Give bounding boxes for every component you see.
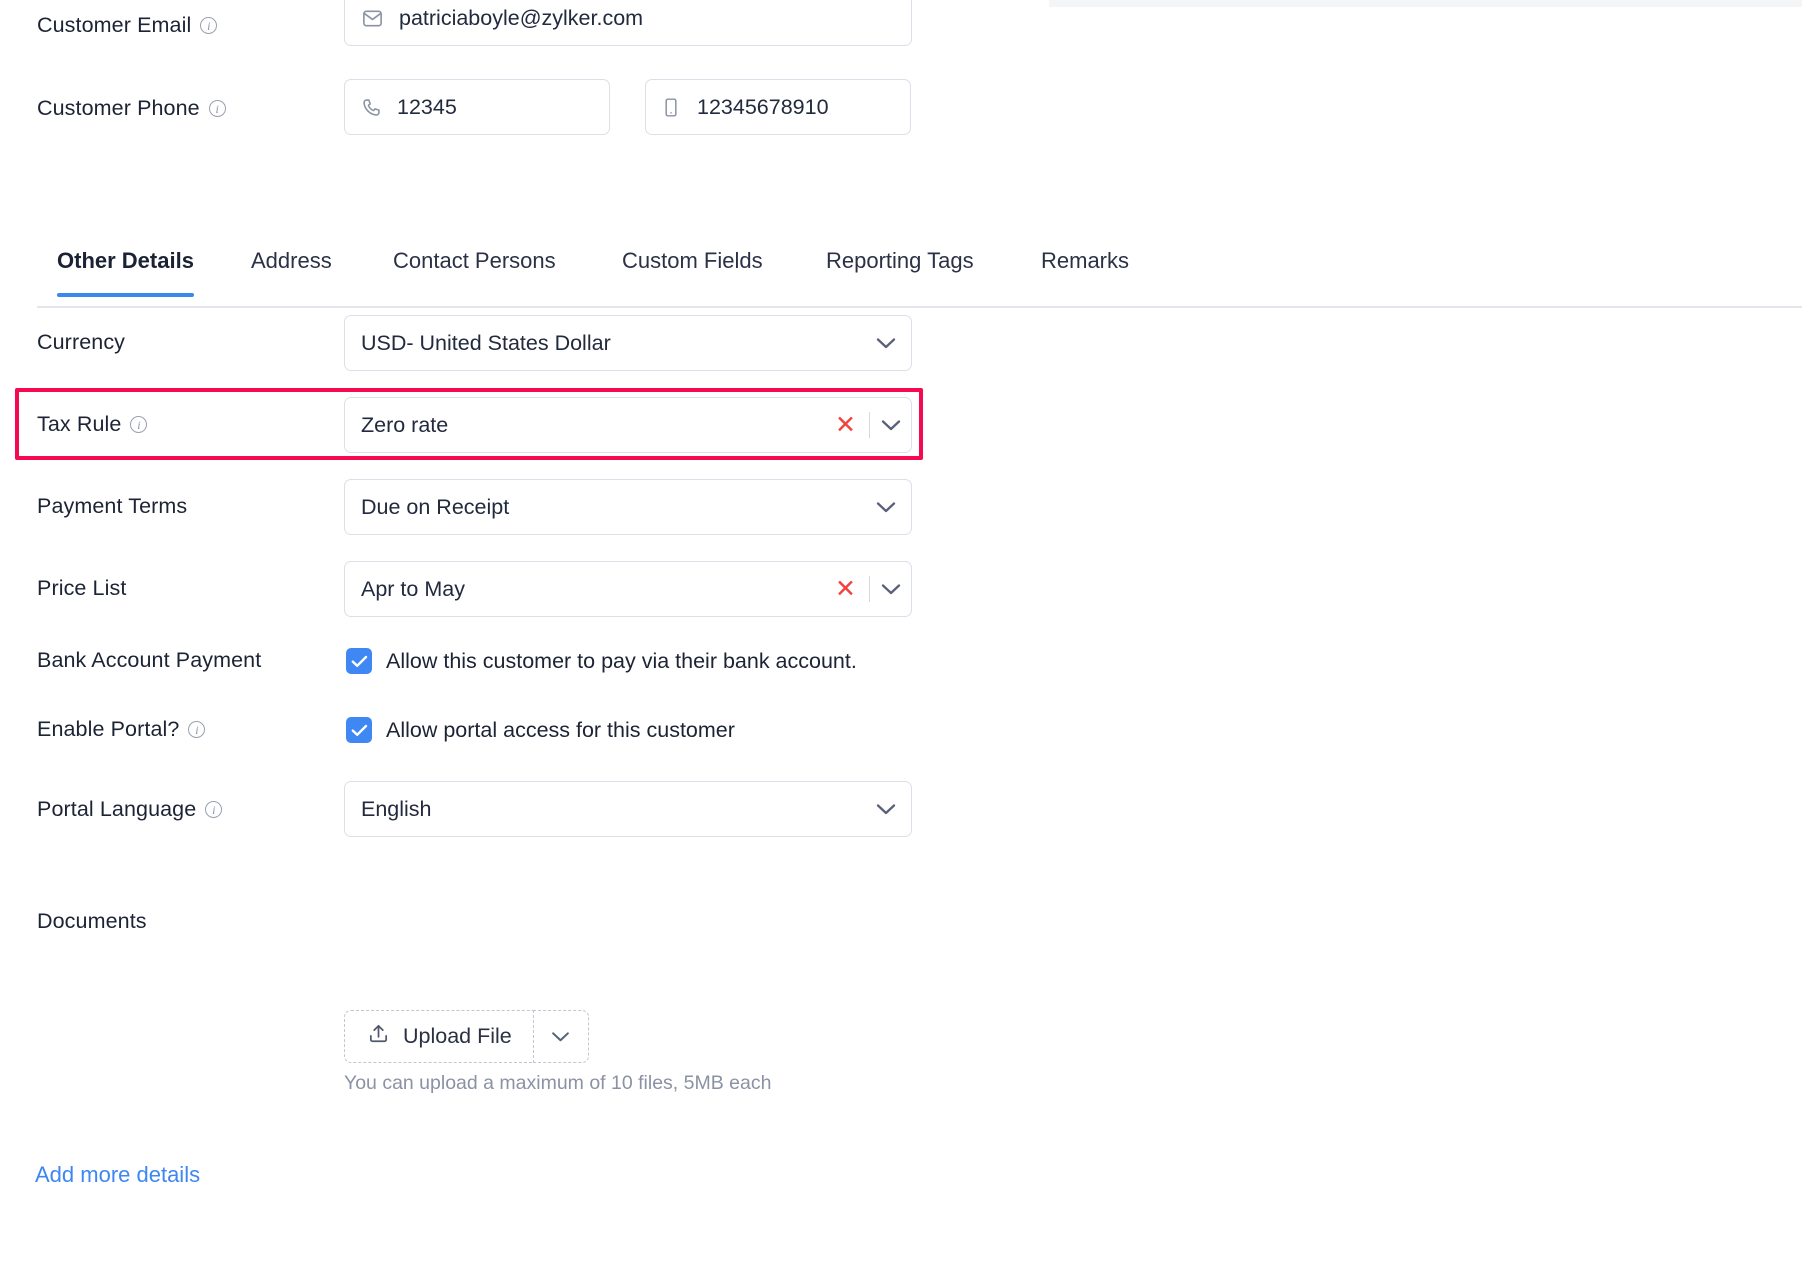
tab-address[interactable]: Address bbox=[251, 248, 332, 296]
bank-account-payment-label-text: Bank Account Payment bbox=[37, 648, 261, 673]
tabs-divider bbox=[37, 306, 1802, 308]
info-icon[interactable]: i bbox=[188, 721, 205, 738]
tab-custom-fields[interactable]: Custom Fields bbox=[622, 248, 763, 296]
tab-label: Reporting Tags bbox=[826, 248, 974, 273]
enable-portal-label-text: Enable Portal? bbox=[37, 717, 179, 742]
checkbox-checked-icon[interactable] bbox=[346, 717, 372, 743]
customer-mobile-input[interactable]: 12345678910 bbox=[645, 79, 911, 135]
payment-terms-label-text: Payment Terms bbox=[37, 494, 187, 519]
portal-language-label-text: Portal Language bbox=[37, 797, 196, 822]
tax-rule-value: Zero rate bbox=[361, 413, 832, 438]
tab-label: Contact Persons bbox=[393, 248, 556, 273]
mobile-icon bbox=[662, 97, 680, 118]
price-list-value: Apr to May bbox=[361, 577, 832, 602]
divider bbox=[869, 576, 870, 602]
tab-label: Remarks bbox=[1041, 248, 1129, 273]
customer-email-input[interactable]: patriciaboyle@zylker.com bbox=[344, 0, 912, 46]
tab-label: Other Details bbox=[57, 248, 194, 273]
price-list-select[interactable]: Apr to May ✕ bbox=[344, 561, 912, 617]
chevron-down-icon[interactable] bbox=[879, 419, 903, 432]
divider bbox=[869, 412, 870, 438]
customer-phone-value: 12345 bbox=[397, 95, 457, 120]
documents-label: Documents bbox=[37, 909, 147, 934]
tab-active-indicator bbox=[57, 293, 194, 297]
tab-remarks[interactable]: Remarks bbox=[1041, 248, 1129, 296]
customer-email-label-text: Customer Email bbox=[37, 13, 191, 38]
customer-phone-label: Customer Phone i bbox=[37, 96, 226, 121]
currency-label-text: Currency bbox=[37, 330, 125, 355]
upload-options-dropdown[interactable] bbox=[533, 1010, 589, 1063]
portal-language-label: Portal Language i bbox=[37, 797, 222, 822]
currency-label: Currency bbox=[37, 330, 125, 355]
tab-label: Address bbox=[251, 248, 332, 273]
enable-portal-checkbox-row[interactable]: Allow portal access for this customer bbox=[346, 717, 735, 743]
portal-language-value: English bbox=[361, 797, 869, 822]
info-icon[interactable]: i bbox=[209, 100, 226, 117]
phone-icon bbox=[361, 97, 382, 118]
customer-mobile-value: 12345678910 bbox=[697, 95, 829, 120]
upload-file-control: Upload File bbox=[344, 1010, 589, 1063]
payment-terms-value: Due on Receipt bbox=[361, 495, 869, 520]
chevron-down-icon[interactable] bbox=[879, 583, 903, 596]
tab-other-details[interactable]: Other Details bbox=[57, 248, 194, 296]
payment-terms-select[interactable]: Due on Receipt bbox=[344, 479, 912, 535]
info-icon[interactable]: i bbox=[130, 416, 147, 433]
bank-account-payment-label: Bank Account Payment bbox=[37, 648, 261, 673]
currency-select[interactable]: USD- United States Dollar bbox=[344, 315, 912, 371]
enable-portal-label: Enable Portal? i bbox=[37, 717, 205, 742]
customer-email-label: Customer Email i bbox=[37, 13, 217, 38]
enable-portal-checkbox-label: Allow portal access for this customer bbox=[386, 718, 735, 743]
customer-email-value: patriciaboyle@zylker.com bbox=[399, 6, 643, 31]
checkbox-checked-icon[interactable] bbox=[346, 648, 372, 674]
customer-phone-input[interactable]: 12345 bbox=[344, 79, 610, 135]
info-icon[interactable]: i bbox=[205, 801, 222, 818]
upload-icon bbox=[367, 1022, 390, 1051]
price-list-label: Price List bbox=[37, 576, 126, 601]
clear-icon[interactable]: ✕ bbox=[832, 577, 859, 602]
currency-value: USD- United States Dollar bbox=[361, 331, 869, 356]
upload-file-button-label: Upload File bbox=[403, 1024, 512, 1049]
bank-account-payment-checkbox-row[interactable]: Allow this customer to pay via their ban… bbox=[346, 648, 857, 674]
tab-label: Custom Fields bbox=[622, 248, 763, 273]
chevron-down-icon[interactable] bbox=[869, 501, 903, 514]
documents-label-text: Documents bbox=[37, 909, 147, 934]
chevron-down-icon[interactable] bbox=[869, 803, 903, 816]
envelope-icon bbox=[361, 7, 384, 30]
tax-rule-label-text: Tax Rule bbox=[37, 412, 121, 437]
clear-icon[interactable]: ✕ bbox=[832, 413, 859, 438]
chevron-down-icon bbox=[551, 1031, 570, 1043]
upload-hint-text: You can upload a maximum of 10 files, 5M… bbox=[344, 1072, 771, 1095]
chevron-down-icon[interactable] bbox=[869, 337, 903, 350]
customer-phone-label-text: Customer Phone bbox=[37, 96, 200, 121]
tab-reporting-tags[interactable]: Reporting Tags bbox=[826, 248, 974, 296]
tax-rule-label: Tax Rule i bbox=[37, 412, 147, 437]
price-list-label-text: Price List bbox=[37, 576, 126, 601]
tax-rule-select[interactable]: Zero rate ✕ bbox=[344, 397, 912, 453]
payment-terms-label: Payment Terms bbox=[37, 494, 187, 519]
portal-language-select[interactable]: English bbox=[344, 781, 912, 837]
tabs-bar: Other Details Address Contact Persons Cu… bbox=[0, 248, 1802, 249]
tab-contact-persons[interactable]: Contact Persons bbox=[393, 248, 556, 296]
customer-other-details-form: Customer Email i patriciaboyle@zylker.co… bbox=[0, 0, 1802, 1280]
info-icon[interactable]: i bbox=[200, 17, 217, 34]
add-more-details-link[interactable]: Add more details bbox=[35, 1162, 200, 1188]
bank-account-payment-checkbox-label: Allow this customer to pay via their ban… bbox=[386, 649, 857, 674]
upload-file-button[interactable]: Upload File bbox=[344, 1010, 533, 1063]
